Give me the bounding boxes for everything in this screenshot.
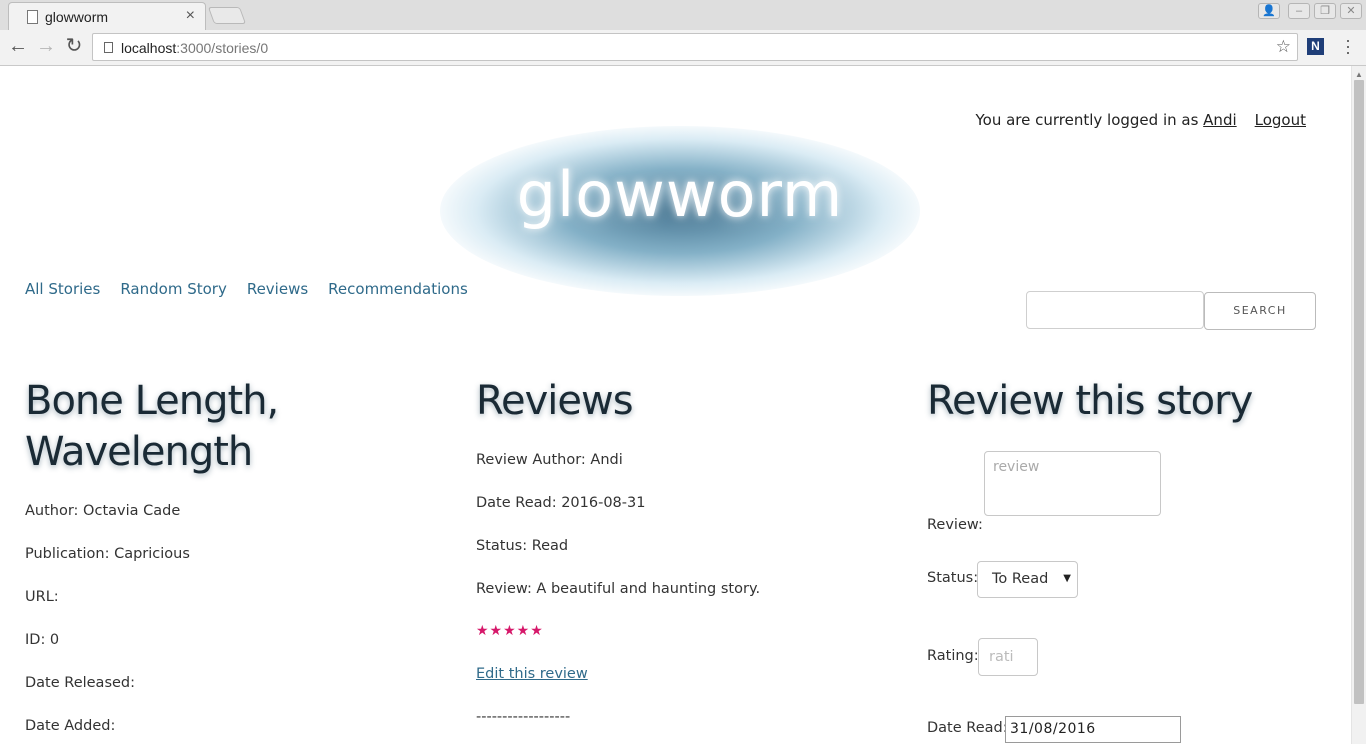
chevron-down-icon: ▼ [1063,573,1071,584]
story-id: ID: 0 [25,632,60,648]
login-status: You are currently logged in as Andi Logou… [975,111,1306,129]
story-details: Bone Length, Wavelength Author: Octavia … [25,376,445,744]
nav-all-stories[interactable]: All Stories [25,280,100,298]
nav-reviews[interactable]: Reviews [247,280,308,298]
status-label: Status: [927,570,979,586]
site-logo[interactable]: glowworm [440,158,920,231]
date-read-input[interactable]: 31/08/2016 [1005,716,1181,743]
reviews-section: Reviews Review Author: Andi Date Read: 2… [476,376,896,725]
bookmark-star-icon[interactable]: ☆ [1276,37,1291,57]
review-divider: ------------------ [476,709,571,725]
review-status: Status: Read [476,538,569,554]
search-button[interactable]: SEARCH [1204,292,1316,330]
story-author: Author: Octavia Cade [25,503,181,519]
rating-input[interactable]: rati [978,638,1038,676]
address-url[interactable]: localhost:3000/stories/0 [121,40,268,56]
review-rating-stars: ★★★★★ [476,623,544,639]
review-author: Review Author: Andi [476,452,623,468]
search-input[interactable] [1026,291,1204,329]
status-select[interactable]: To Read ▼ [977,561,1078,598]
review-text: Review: A beautiful and haunting story. [476,581,761,597]
review-item: Review Author: Andi Date Read: 2016-08-3… [476,451,896,725]
minimize-button[interactable]: – [1288,3,1310,19]
reload-icon[interactable]: ↻ [62,35,86,59]
tab-strip: glowworm × 👤 – ❐ ✕ [0,0,1366,30]
forward-arrow-icon[interactable]: → [34,35,58,59]
login-prefix: You are currently logged in as [975,111,1204,129]
story-publication: Publication: Capricious [25,546,190,562]
review-label: Review: [927,517,983,533]
story-url: URL: [25,589,59,605]
review-form: Review this story review Review: Status:… [927,376,1347,744]
story-date-added: Date Added: [25,718,116,734]
browser-menu-icon[interactable]: · · · [1343,31,1353,61]
status-select-value: To Read [992,571,1049,587]
rating-label: Rating: [927,648,979,664]
tab-close-icon[interactable]: × [186,7,195,25]
review-date-read: Date Read: 2016-08-31 [476,495,646,511]
story-date-released: Date Released: [25,675,136,691]
scroll-up-arrow-icon[interactable]: ▲ [1355,70,1363,79]
page-info-icon[interactable] [104,42,113,53]
logout-link[interactable]: Logout [1255,111,1306,129]
nav-recommendations[interactable]: Recommendations [328,280,468,298]
new-tab-button[interactable] [207,7,247,24]
profile-icon[interactable]: 👤 [1258,3,1280,19]
edit-review-link[interactable]: Edit this review [476,666,896,709]
close-window-button[interactable]: ✕ [1340,3,1362,19]
review-textarea[interactable]: review [984,451,1161,516]
scrollbar-thumb[interactable] [1354,80,1364,704]
browser-tab[interactable]: glowworm × [8,2,206,30]
browser-chrome: glowworm × 👤 – ❐ ✕ ← → ↻ localhost:3000/… [0,0,1366,66]
username-link[interactable]: Andi [1203,111,1236,129]
reviews-heading: Reviews [476,378,634,424]
date-read-label: Date Read: [927,720,1008,736]
document-icon [27,10,38,24]
main-nav: All Stories Random Story Reviews Recomme… [25,280,468,298]
page-scrollbar[interactable]: ▲ [1351,66,1366,744]
extension-icon[interactable]: N [1307,38,1324,55]
page-content: You are currently logged in as Andi Logou… [0,66,1351,744]
review-form-heading: Review this story [927,378,1253,424]
back-arrow-icon[interactable]: ← [6,35,30,59]
address-bar[interactable]: localhost:3000/stories/0 ☆ [92,33,1298,61]
story-title: Bone Length, Wavelength [25,378,279,475]
tab-title: glowworm [45,9,109,25]
nav-random-story[interactable]: Random Story [120,280,227,298]
maximize-button[interactable]: ❐ [1314,3,1336,19]
browser-toolbar: ← → ↻ localhost:3000/stories/0 ☆ N · · · [0,30,1366,66]
